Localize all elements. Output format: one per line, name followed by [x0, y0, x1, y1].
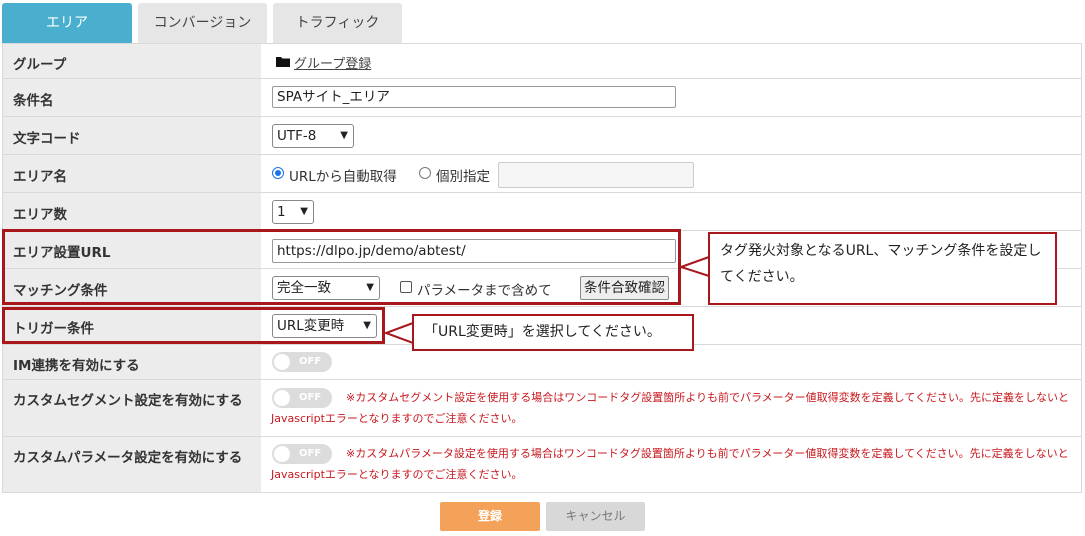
cancel-button[interactable]: キャンセル [546, 502, 645, 531]
submit-button[interactable]: 登録 [440, 502, 540, 531]
callout-url-matching: タグ発火対象となるURL、マッチング条件を設定してください。 [708, 232, 1057, 305]
callout-trigger: 「URL変更時」を選択してください。 [412, 314, 694, 351]
